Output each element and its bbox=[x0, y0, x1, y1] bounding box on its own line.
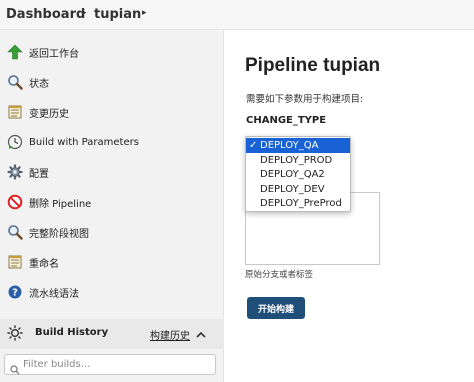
param-label-change-type: CHANGE_TYPE bbox=[246, 115, 327, 126]
sidebar-item-label: 完整阶段视图 bbox=[29, 228, 89, 240]
sidebar-item-label: 变更历史 bbox=[29, 108, 69, 120]
sidebar-item-changes[interactable]: 变更历史 bbox=[0, 99, 224, 125]
filter-builds-input[interactable] bbox=[23, 357, 211, 372]
dropdown-option[interactable]: DEPLOY_PreProd bbox=[246, 196, 350, 211]
help-icon: ? bbox=[7, 284, 23, 300]
dropdown-option[interactable]: ✓ DEPLOY_QA bbox=[246, 138, 350, 153]
notepad-icon bbox=[7, 104, 23, 120]
gear-icon bbox=[7, 164, 23, 180]
build-history-title: Build History bbox=[35, 327, 109, 338]
sidebar-item-back-to-dashboard[interactable]: 返回工作台 bbox=[0, 39, 224, 65]
no-entry-icon bbox=[7, 194, 23, 210]
sidebar-item-label: 状态 bbox=[29, 78, 49, 90]
chevron-up-icon[interactable] bbox=[195, 326, 207, 338]
notepad-icon bbox=[7, 254, 23, 270]
textarea-caption: 原始分支或者标签 bbox=[245, 270, 314, 280]
search-icon bbox=[10, 360, 20, 375]
dropdown-option[interactable]: DEPLOY_QA2 bbox=[246, 167, 350, 182]
sidebar-item-label: 重命名 bbox=[29, 258, 59, 270]
chevron-right-icon[interactable]: ▸ bbox=[142, 8, 147, 18]
option-label: DEPLOY_QA bbox=[260, 140, 319, 151]
svg-text:?: ? bbox=[12, 288, 18, 299]
checkmark-icon: ✓ bbox=[249, 140, 258, 151]
breadcrumb-dashboard[interactable]: Dashboard bbox=[6, 7, 85, 22]
sidebar-item-label: 流水线语法 bbox=[29, 288, 79, 300]
weather-sun-icon bbox=[7, 325, 23, 341]
sidebar-item-pipeline-syntax[interactable]: ? 流水线语法 bbox=[0, 279, 224, 305]
sidebar-item-status[interactable]: 状态 bbox=[0, 69, 224, 95]
magnifier-icon bbox=[7, 74, 23, 90]
sidebar-item-label: 删除 Pipeline bbox=[29, 198, 92, 210]
sidebar-item-full-stage-view[interactable]: 完整阶段视图 bbox=[0, 219, 224, 245]
up-arrow-icon bbox=[7, 44, 23, 60]
magnifier-icon bbox=[7, 224, 23, 240]
sidebar-item-label: 配置 bbox=[29, 168, 49, 180]
page-subtitle: 需要如下参数用于构建项目: bbox=[246, 94, 364, 105]
build-history-link[interactable]: 构建历史 bbox=[150, 327, 190, 342]
sidebar: 返回工作台 状态 变更历史 Build with Parameters 配置 删… bbox=[0, 30, 224, 382]
breadcrumb-tupian[interactable]: tupian bbox=[94, 7, 141, 22]
filter-builds bbox=[4, 354, 216, 375]
dropdown-option[interactable]: DEPLOY_PROD bbox=[246, 153, 350, 168]
page-title: Pipeline tupian bbox=[245, 55, 381, 76]
change-type-dropdown[interactable]: ✓ DEPLOY_QA DEPLOY_PROD DEPLOY_QA2 DEPLO… bbox=[245, 136, 351, 212]
chevron-right-icon[interactable]: ▸ bbox=[82, 8, 87, 18]
sidebar-item-delete-pipeline[interactable]: 删除 Pipeline bbox=[0, 189, 224, 215]
sidebar-item-build-with-parameters[interactable]: Build with Parameters bbox=[0, 129, 224, 155]
build-history-panel: Build History 构建历史 bbox=[0, 319, 224, 349]
sidebar-item-rename[interactable]: 重命名 bbox=[0, 249, 224, 275]
sidebar-item-configure[interactable]: 配置 bbox=[0, 159, 224, 185]
sidebar-item-label: 返回工作台 bbox=[29, 48, 79, 60]
breadcrumb: Dashboard ▸ tupian ▸ bbox=[0, 0, 474, 30]
start-build-button[interactable]: 开始构建 bbox=[247, 297, 305, 319]
sidebar-item-label: Build with Parameters bbox=[29, 136, 139, 148]
clock-play-icon bbox=[7, 134, 23, 150]
dropdown-option[interactable]: DEPLOY_DEV bbox=[246, 182, 350, 197]
